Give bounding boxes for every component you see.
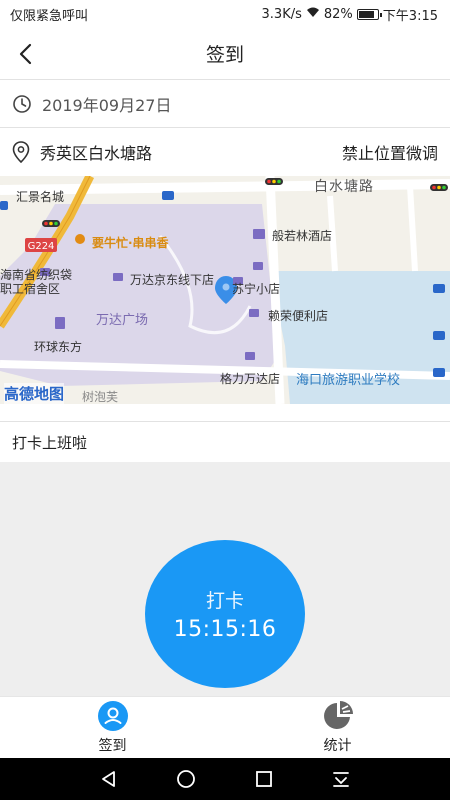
location-row: 秀英区白水塘路 禁止位置微调 — [0, 128, 450, 176]
map-poi-label: 万达广场 — [96, 313, 149, 328]
location-info: 秀英区白水塘路 — [12, 140, 152, 164]
top-nav: 签到 — [0, 28, 450, 80]
dropdown-notification-icon[interactable] — [326, 764, 356, 794]
map-view[interactable]: G224 白水塘路 汇景名城 要牛忙·串串香 般若林酒店 万达京东线下店 苏宁小… — [0, 176, 450, 404]
map-poi-label: 要牛忙·串串香 — [92, 236, 169, 250]
emergency-only-text: 仅限紧急呼叫 — [10, 8, 89, 24]
address-text: 秀英区白水塘路 — [40, 144, 153, 163]
map-poi-label: 万达京东线下店 — [130, 273, 215, 287]
back-triangle-icon[interactable] — [94, 764, 124, 794]
person-pin-icon — [97, 700, 129, 732]
checkin-caption: 打卡上班啦 — [0, 422, 450, 462]
punch-in-button[interactable]: 打卡 15:15:16 — [145, 540, 305, 688]
tab-statistics[interactable]: 统计 — [225, 697, 450, 758]
chevron-left-icon — [19, 43, 32, 65]
back-button[interactable] — [10, 38, 42, 70]
battery-icon — [356, 8, 382, 20]
highway-badge: G224 — [28, 241, 55, 252]
tab-checkin-label: 签到 — [98, 738, 127, 754]
android-nav-bar — [0, 758, 450, 800]
page-title: 签到 — [205, 44, 244, 66]
map-poi-label: 般若林酒店 — [272, 229, 333, 243]
clock-icon — [13, 94, 31, 113]
bottom-tab-bar: 签到 统计 — [0, 696, 450, 758]
status-bar: 仅限紧急呼叫 3.3K/s 82% 下午3:15 — [0, 0, 450, 28]
section-divider — [0, 404, 450, 422]
checkin-caption-text: 打卡上班啦 — [12, 433, 88, 452]
tab-checkin[interactable]: 签到 — [0, 697, 225, 758]
map-poi-label: 海口旅游职业学校 — [296, 373, 401, 388]
date-row: 2019年09月27日 — [0, 80, 450, 128]
map-poi-label: 环球东方 — [34, 340, 83, 354]
tab-statistics-label: 统计 — [323, 738, 352, 754]
map-road-label: 白水塘路 — [314, 179, 374, 195]
map-poi-label: 格力万达店 — [220, 372, 281, 386]
status-right: 3.3K/s 82% 下午3:15 — [262, 5, 438, 24]
wifi-icon — [306, 6, 320, 22]
punch-time: 15:15:16 — [173, 617, 277, 642]
map-poi-label: 苏宁小店 — [232, 282, 281, 296]
net-speed: 3.3K/s — [261, 6, 302, 22]
checkin-area: 打卡 15:15:16 — [0, 462, 450, 696]
map-poi-label: 树泡芙 — [82, 390, 119, 404]
home-circle-icon[interactable] — [171, 764, 201, 794]
punch-label: 打卡 — [205, 590, 244, 612]
map-poi-label: 汇景名城 — [16, 190, 65, 204]
date-text: 2019年09月27日 — [42, 95, 172, 115]
map-poi-label: 海南省纺织袋职工宿舍区 — [0, 268, 73, 296]
location-pin-icon — [12, 141, 30, 163]
disable-location-adjust-button[interactable]: 禁止位置微调 — [342, 140, 438, 164]
map-poi-label: 赖荣便利店 — [268, 309, 329, 323]
recents-square-icon[interactable] — [249, 764, 279, 794]
battery-percent: 82% — [323, 6, 353, 22]
pie-chart-icon — [322, 700, 354, 732]
clock-time: 下午3:15 — [382, 8, 438, 24]
amap-logo: 高德地图 — [4, 383, 65, 404]
